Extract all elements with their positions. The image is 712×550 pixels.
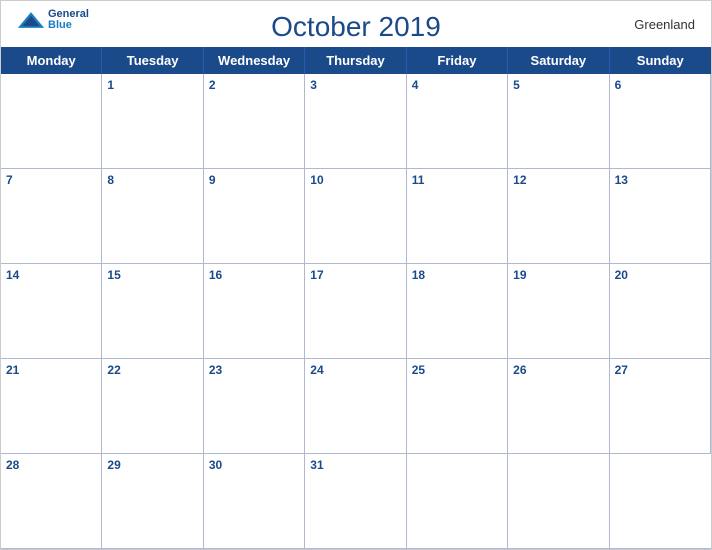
calendar-day-cell (610, 454, 711, 549)
calendar-day-cell: 10 (305, 169, 406, 264)
header-wednesday: Wednesday (204, 47, 305, 74)
day-number: 6 (615, 78, 622, 92)
day-number: 11 (412, 173, 425, 187)
day-number: 24 (310, 363, 323, 377)
header-monday: Monday (1, 47, 102, 74)
calendar-day-cell: 13 (610, 169, 711, 264)
day-number: 23 (209, 363, 222, 377)
calendar-day-cell: 24 (305, 359, 406, 454)
calendar-day-cell: 12 (508, 169, 609, 264)
day-number: 21 (6, 363, 19, 377)
day-number: 26 (513, 363, 526, 377)
calendar-grid: 1234567891011121314151617181920212223242… (1, 74, 711, 549)
day-number: 14 (6, 268, 19, 282)
day-number: 8 (107, 173, 114, 187)
calendar-day-cell: 5 (508, 74, 609, 169)
calendar-day-cell: 6 (610, 74, 711, 169)
calendar-day-cell: 2 (204, 74, 305, 169)
day-number: 31 (310, 458, 323, 472)
day-number: 13 (615, 173, 628, 187)
calendar-day-cell: 28 (1, 454, 102, 549)
day-number: 30 (209, 458, 222, 472)
calendar-container: General Blue October 2019 Greenland Mond… (0, 0, 712, 550)
day-number: 15 (107, 268, 120, 282)
calendar-day-cell: 26 (508, 359, 609, 454)
day-number: 9 (209, 173, 216, 187)
calendar-day-cell: 8 (102, 169, 203, 264)
calendar-day-cell: 4 (407, 74, 508, 169)
calendar-day-cell: 30 (204, 454, 305, 549)
header-thursday: Thursday (305, 47, 406, 74)
calendar-day-cell: 27 (610, 359, 711, 454)
day-number: 20 (615, 268, 628, 282)
day-number: 28 (6, 458, 19, 472)
day-number: 2 (209, 78, 216, 92)
day-number: 1 (107, 78, 114, 92)
day-number: 7 (6, 173, 13, 187)
region-label: Greenland (634, 17, 695, 32)
day-number: 19 (513, 268, 526, 282)
header-tuesday: Tuesday (102, 47, 203, 74)
calendar-day-cell: 29 (102, 454, 203, 549)
day-number: 4 (412, 78, 419, 92)
calendar-day-cell: 14 (1, 264, 102, 359)
calendar-day-cell: 11 (407, 169, 508, 264)
logo-wrapper: General Blue (17, 9, 89, 31)
day-number: 10 (310, 173, 323, 187)
day-number: 18 (412, 268, 425, 282)
day-number: 22 (107, 363, 120, 377)
calendar-day-cell (1, 74, 102, 169)
header-sunday: Sunday (610, 47, 711, 74)
calendar-day-cell: 23 (204, 359, 305, 454)
calendar-day-cell: 22 (102, 359, 203, 454)
calendar-header: General Blue October 2019 Greenland (1, 1, 711, 47)
calendar-day-cell: 20 (610, 264, 711, 359)
day-headers: Monday Tuesday Wednesday Thursday Friday… (1, 47, 711, 74)
calendar-day-cell: 19 (508, 264, 609, 359)
day-number: 16 (209, 268, 222, 282)
calendar-day-cell: 16 (204, 264, 305, 359)
day-number: 17 (310, 268, 323, 282)
month-title: October 2019 (271, 11, 441, 43)
day-number: 5 (513, 78, 520, 92)
calendar-day-cell: 21 (1, 359, 102, 454)
calendar-day-cell: 31 (305, 454, 406, 549)
day-number: 3 (310, 78, 317, 92)
day-number: 29 (107, 458, 120, 472)
calendar-day-cell: 17 (305, 264, 406, 359)
header-friday: Friday (407, 47, 508, 74)
calendar-day-cell (407, 454, 508, 549)
day-number: 25 (412, 363, 425, 377)
logo-text: General Blue (48, 9, 89, 31)
calendar-day-cell: 15 (102, 264, 203, 359)
logo-icon (17, 11, 45, 29)
calendar-day-cell: 3 (305, 74, 406, 169)
calendar-day-cell: 25 (407, 359, 508, 454)
calendar-day-cell: 1 (102, 74, 203, 169)
day-number: 27 (615, 363, 628, 377)
calendar-day-cell (508, 454, 609, 549)
calendar-day-cell: 18 (407, 264, 508, 359)
logo-blue: Blue (48, 20, 89, 31)
calendar-day-cell: 7 (1, 169, 102, 264)
header-saturday: Saturday (508, 47, 609, 74)
logo-area: General Blue (17, 9, 89, 31)
calendar-day-cell: 9 (204, 169, 305, 264)
day-number: 12 (513, 173, 526, 187)
